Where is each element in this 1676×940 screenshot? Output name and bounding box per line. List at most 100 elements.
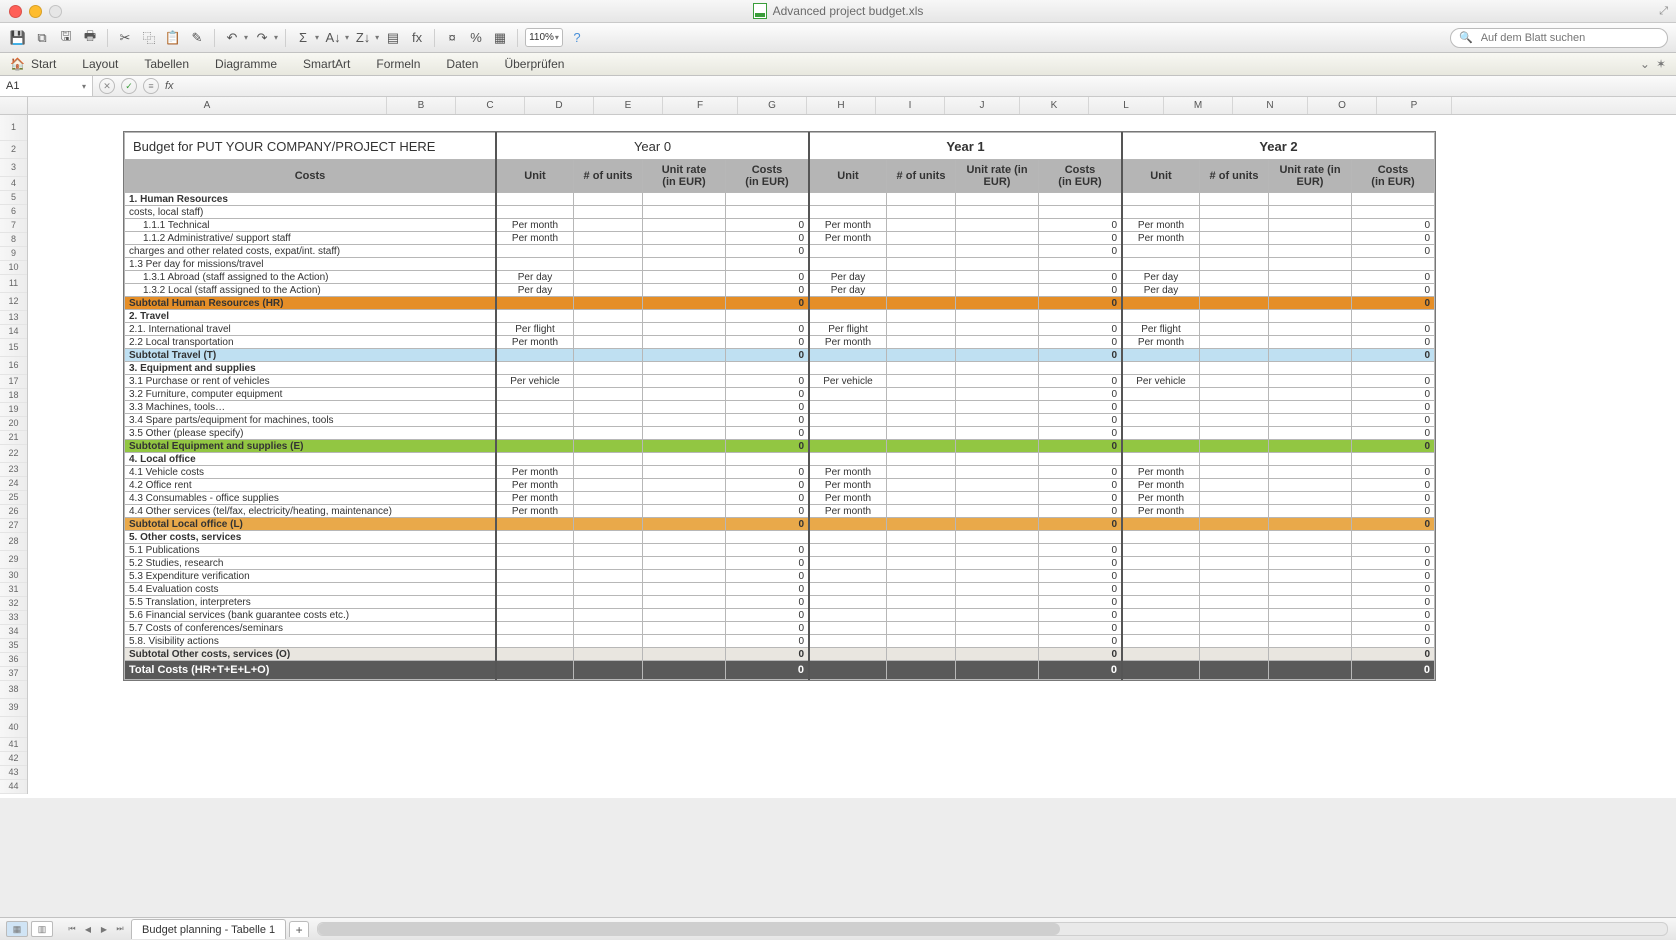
currency-icon[interactable]: ¤ — [442, 29, 462, 47]
sort-asc-icon[interactable]: A↓ — [323, 29, 343, 47]
save-as-icon[interactable]: 🖫 — [56, 29, 76, 47]
redo-icon[interactable]: ↷ — [252, 29, 272, 47]
row-header-31[interactable]: 31 — [0, 583, 27, 597]
row-header-19[interactable]: 19 — [0, 403, 27, 417]
row-header-7[interactable]: 7 — [0, 219, 27, 233]
row-header-8[interactable]: 8 — [0, 233, 27, 247]
col-header-E[interactable]: E — [594, 97, 663, 114]
row-header-20[interactable]: 20 — [0, 417, 27, 431]
row-header-39[interactable]: 39 — [0, 699, 27, 717]
ribbon-options-icon[interactable]: ✶ — [1656, 57, 1666, 71]
row-header-15[interactable]: 15 — [0, 339, 27, 357]
autosum-icon[interactable]: Σ — [293, 29, 313, 47]
ribbon-tab-ueberpruefen[interactable]: Überprüfen — [504, 57, 564, 71]
sheet-last-icon[interactable]: ⏭ — [113, 922, 127, 936]
row-header-33[interactable]: 33 — [0, 611, 27, 625]
col-header-H[interactable]: H — [807, 97, 876, 114]
sort-desc-icon[interactable]: Z↓ — [353, 29, 373, 47]
col-header-F[interactable]: F — [663, 97, 738, 114]
name-box[interactable]: A1 ▾ — [0, 76, 93, 96]
format-icon[interactable]: ✎ — [187, 29, 207, 47]
add-sheet-button[interactable]: + — [289, 921, 309, 937]
row-header-4[interactable]: 4 — [0, 177, 27, 191]
row-header-37[interactable]: 37 — [0, 667, 27, 681]
row-header-9[interactable]: 9 — [0, 247, 27, 261]
column-headers[interactable]: ABCDEFGHIJKLMNOP — [0, 97, 1676, 115]
row-header-12[interactable]: 12 — [0, 293, 27, 311]
view-page-button[interactable]: ▥ — [31, 921, 53, 937]
row-header-34[interactable]: 34 — [0, 625, 27, 639]
col-header-O[interactable]: O — [1308, 97, 1377, 114]
search-input[interactable] — [1479, 31, 1659, 45]
ribbon-collapse-icon[interactable]: ⌄ — [1640, 57, 1650, 71]
row-header-22[interactable]: 22 — [0, 445, 27, 463]
row-header-32[interactable]: 32 — [0, 597, 27, 611]
ribbon-tab-start[interactable]: 🏠 Start — [10, 57, 56, 71]
row-header-40[interactable]: 40 — [0, 717, 27, 738]
row-header-3[interactable]: 3 — [0, 159, 27, 177]
col-header-P[interactable]: P — [1377, 97, 1452, 114]
row-header-27[interactable]: 27 — [0, 519, 27, 533]
row-header-29[interactable]: 29 — [0, 551, 27, 569]
help-icon[interactable]: ? — [567, 29, 587, 47]
row-header-11[interactable]: 11 — [0, 275, 27, 293]
filter-icon[interactable]: ▤ — [383, 29, 403, 47]
ribbon-tab-formeln[interactable]: Formeln — [376, 57, 420, 71]
function-icon[interactable]: fx — [407, 29, 427, 47]
ribbon-tab-smartart[interactable]: SmartArt — [303, 57, 350, 71]
col-header-A[interactable]: A — [28, 97, 387, 114]
cells-area[interactable]: Budget for PUT YOUR COMPANY/PROJECT HERE… — [28, 115, 1676, 794]
col-header-J[interactable]: J — [945, 97, 1020, 114]
col-header-D[interactable]: D — [525, 97, 594, 114]
row-header-13[interactable]: 13 — [0, 311, 27, 325]
col-header-I[interactable]: I — [876, 97, 945, 114]
row-header-18[interactable]: 18 — [0, 389, 27, 403]
cut-icon[interactable]: ✂ — [115, 29, 135, 47]
row-header-26[interactable]: 26 — [0, 505, 27, 519]
sheet-tab[interactable]: Budget planning - Tabelle 1 — [131, 919, 286, 939]
print-icon[interactable]: 🖶 — [80, 29, 100, 47]
col-header-C[interactable]: C — [456, 97, 525, 114]
row-headers[interactable]: 1234567891011121314151617181920212223242… — [0, 115, 28, 794]
row-header-35[interactable]: 35 — [0, 639, 27, 653]
row-header-5[interactable]: 5 — [0, 191, 27, 205]
cancel-formula-icon[interactable]: ✕ — [99, 78, 115, 94]
row-header-14[interactable]: 14 — [0, 325, 27, 339]
paste-icon[interactable]: 📋 — [163, 29, 183, 47]
col-header-L[interactable]: L — [1089, 97, 1164, 114]
percent-icon[interactable]: % — [466, 29, 486, 47]
col-header-G[interactable]: G — [738, 97, 807, 114]
ribbon-tab-tabellen[interactable]: Tabellen — [144, 57, 189, 71]
zoom-control[interactable]: 110%▾ — [525, 28, 563, 47]
sheet-prev-icon[interactable]: ◀ — [81, 922, 95, 936]
ribbon-tab-diagramme[interactable]: Diagramme — [215, 57, 277, 71]
select-all-corner[interactable] — [0, 97, 28, 114]
formula-menu-icon[interactable]: ≡ — [143, 78, 159, 94]
col-header-M[interactable]: M — [1164, 97, 1233, 114]
duplicate-icon[interactable]: ⧉ — [32, 29, 52, 47]
accept-formula-icon[interactable]: ✓ — [121, 78, 137, 94]
row-header-30[interactable]: 30 — [0, 569, 27, 583]
undo-icon[interactable]: ↶ — [222, 29, 242, 47]
row-header-42[interactable]: 42 — [0, 752, 27, 766]
view-normal-button[interactable]: ▦ — [6, 921, 28, 937]
row-header-21[interactable]: 21 — [0, 431, 27, 445]
spreadsheet-grid[interactable]: ABCDEFGHIJKLMNOP 12345678910111213141516… — [0, 97, 1676, 798]
sheet-first-icon[interactable]: ⏮ — [65, 922, 79, 936]
ribbon-tab-layout[interactable]: Layout — [82, 57, 118, 71]
row-header-25[interactable]: 25 — [0, 491, 27, 505]
col-header-K[interactable]: K — [1020, 97, 1089, 114]
horizontal-scrollbar[interactable] — [317, 922, 1668, 936]
row-header-28[interactable]: 28 — [0, 533, 27, 551]
row-header-43[interactable]: 43 — [0, 766, 27, 780]
save-icon[interactable]: 💾 — [8, 29, 28, 47]
row-header-23[interactable]: 23 — [0, 463, 27, 477]
row-header-36[interactable]: 36 — [0, 653, 27, 667]
row-header-44[interactable]: 44 — [0, 780, 27, 794]
row-header-38[interactable]: 38 — [0, 681, 27, 699]
row-header-1[interactable]: 1 — [0, 115, 27, 141]
row-header-10[interactable]: 10 — [0, 261, 27, 275]
col-header-N[interactable]: N — [1233, 97, 1308, 114]
search-box[interactable]: 🔍 — [1450, 28, 1668, 48]
chart-icon[interactable]: ▦ — [490, 29, 510, 47]
